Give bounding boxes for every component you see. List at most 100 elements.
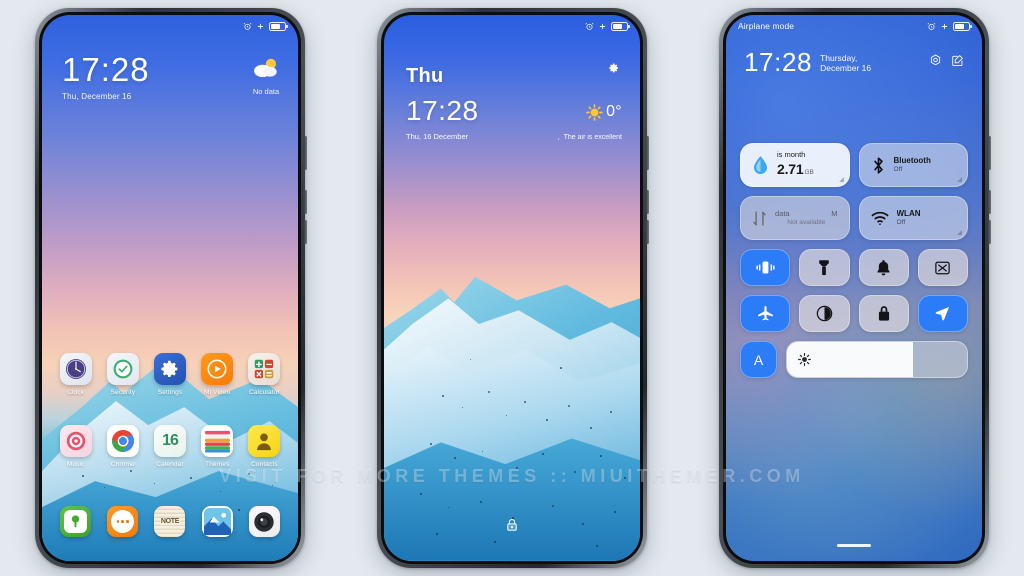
tile-expand-corner[interactable] (957, 177, 962, 182)
lock-toggle[interactable] (858, 295, 909, 332)
status-right-icons (585, 21, 630, 31)
wlan-tile-title: WLAN (896, 208, 921, 218)
wlan-tile-state: Off (896, 218, 906, 226)
screenshot-icon (935, 261, 951, 274)
mobile-data-tile[interactable]: data M Not available (740, 196, 850, 240)
home-clock-date: Thu, December 16 (62, 92, 132, 101)
app-clock[interactable]: Clock (52, 353, 99, 396)
alarm-icon (927, 22, 936, 30)
control-center-screen: Airplane mode 17:28 Thursday, December 1… (726, 15, 982, 561)
tile-expand-corner[interactable] (838, 177, 844, 182)
gallery-app-icon[interactable] (201, 506, 233, 537)
gear-icon (609, 63, 618, 73)
volume-up-button[interactable] (988, 190, 991, 214)
app-chrome[interactable]: Chrome (99, 425, 146, 468)
home-weather-widget[interactable]: No data (252, 57, 280, 96)
messages-app-icon[interactable] (107, 506, 139, 537)
vibrate-toggle[interactable] (740, 249, 791, 286)
volume-up-button[interactable] (646, 190, 649, 214)
mi-video-app-icon (201, 353, 234, 385)
app-security[interactable]: Security (99, 353, 146, 396)
tile-expand-corner[interactable] (957, 230, 962, 235)
status-bar: Airplane mode (726, 15, 982, 37)
app-calendar[interactable]: 16 Calendar (146, 425, 193, 468)
lockscreen-lock-indicator[interactable] (506, 518, 519, 537)
airplane-icon (757, 306, 773, 321)
bell-icon (877, 260, 890, 276)
lockscreen-weather[interactable]: 0° (586, 103, 622, 121)
volume-down-button[interactable] (988, 220, 991, 244)
lockscreen-settings-button[interactable] (608, 61, 620, 79)
silent-icon (257, 23, 264, 29)
air-separator: , (557, 134, 560, 141)
volume-down-button[interactable] (304, 220, 307, 244)
bluetooth-tile[interactable]: Bluetooth Off (858, 143, 968, 187)
music-app-icon (59, 425, 92, 457)
data-usage-tile[interactable]: is month 2.71GB (740, 143, 850, 187)
lockscreen-weekday: Thu (406, 65, 444, 87)
notes-app-icon[interactable]: NOTE (154, 506, 186, 537)
airplane-toggle[interactable] (740, 295, 791, 332)
bluetooth-tile-state: Off (893, 165, 903, 173)
app-mi-video[interactable]: Mi Video (194, 353, 241, 396)
app-label: Calendar (156, 461, 184, 468)
app-calculator[interactable]: Calculator (241, 353, 288, 396)
mobile-data-title-right: M (831, 209, 838, 219)
app-themes[interactable]: Themes (194, 425, 241, 468)
auto-brightness-button[interactable]: A (740, 341, 777, 378)
settings-hex-icon[interactable] (929, 54, 942, 72)
lockscreen-time: 17:28 (406, 95, 479, 126)
data-tile-title: is month (777, 150, 806, 160)
phone-bezel: Thu 17:28 Thu, 16 December 0° , The air … (381, 12, 643, 564)
app-contacts[interactable]: Contacts (241, 425, 288, 468)
ringer-toggle[interactable] (858, 249, 909, 286)
lockscreen-air-quality: , The air is excellent (558, 134, 622, 141)
tile-row-1: is month 2.71GB Bluetooth Off (740, 143, 968, 187)
status-right-icons (927, 21, 972, 31)
camera-app-icon[interactable] (248, 506, 280, 537)
wlan-tile[interactable]: WLAN Off (858, 196, 968, 240)
battery-icon (953, 21, 972, 31)
status-right-icons (243, 21, 288, 31)
alarm-icon (243, 22, 252, 30)
app-label: Settings (157, 389, 183, 396)
dark-mode-toggle[interactable] (799, 295, 850, 332)
app-settings[interactable]: Settings (146, 353, 193, 396)
location-toggle[interactable] (917, 295, 968, 332)
silent-icon (599, 23, 606, 29)
flashlight-toggle[interactable] (799, 249, 850, 286)
phone-app-icon[interactable] (60, 506, 92, 537)
home-clock-widget[interactable]: 17:28 Thu, December 16 (62, 53, 150, 101)
brightness-row: A (740, 341, 968, 378)
sunny-icon (586, 103, 603, 121)
power-button[interactable] (304, 136, 307, 170)
app-label: Calculator (249, 389, 280, 396)
screenshot-toggle[interactable] (917, 249, 968, 286)
volume-up-button[interactable] (304, 190, 307, 214)
app-label: Themes (204, 461, 230, 468)
lockscreen-date: Thu, 16 December (406, 132, 469, 141)
security-app-icon (106, 353, 139, 385)
toggle-grid (740, 249, 968, 332)
app-music[interactable]: Music (52, 425, 99, 468)
phone-control-center: Airplane mode 17:28 Thursday, December 1… (719, 8, 991, 568)
status-bar (42, 15, 298, 37)
settings-app-icon (153, 353, 186, 385)
data-arrows-icon (753, 210, 766, 226)
wifi-icon (871, 211, 888, 225)
power-button[interactable] (988, 136, 991, 170)
control-center-drag-handle[interactable] (837, 544, 871, 547)
dock: NOTE (42, 506, 298, 537)
vibrate-icon (756, 261, 775, 274)
chrome-app-icon (106, 425, 139, 457)
app-label: Clock (67, 389, 85, 396)
cc-date: Thursday, December 16 (820, 52, 872, 74)
brightness-slider[interactable] (786, 341, 968, 378)
lock-screen: Thu 17:28 Thu, 16 December 0° , The air … (384, 15, 640, 561)
status-airplane-label: Airplane mode (738, 21, 795, 31)
bluetooth-icon (873, 156, 883, 174)
power-button[interactable] (646, 136, 649, 170)
app-grid-row-2: Music Chrome 16 Calendar Themes Contacts (42, 425, 298, 468)
volume-down-button[interactable] (646, 220, 649, 244)
edit-icon[interactable] (951, 54, 964, 72)
